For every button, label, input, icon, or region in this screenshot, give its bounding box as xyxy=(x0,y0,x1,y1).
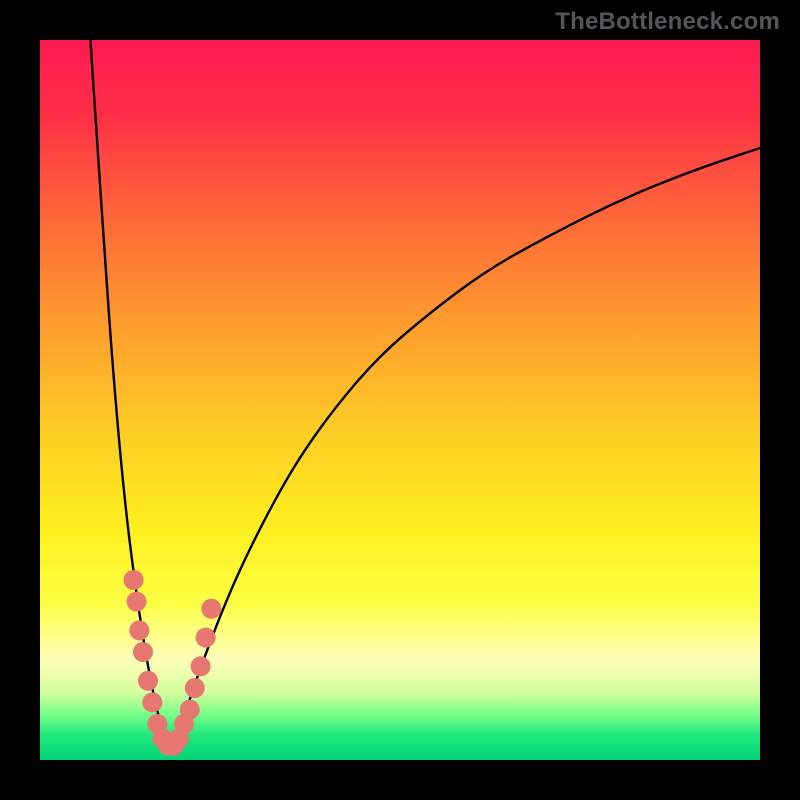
scatter-dot xyxy=(138,671,158,691)
curve-left xyxy=(90,40,169,753)
scatter-dot xyxy=(196,628,216,648)
scatter-dot xyxy=(129,620,149,640)
scatter-dot xyxy=(133,642,153,662)
scatter-dot xyxy=(201,599,221,619)
chart-frame: TheBottleneck.com xyxy=(0,0,800,800)
scatter-dots xyxy=(124,570,222,756)
scatter-dot xyxy=(191,656,211,676)
watermark-text: TheBottleneck.com xyxy=(555,8,780,36)
scatter-dot xyxy=(126,592,146,612)
curve-layer xyxy=(40,40,760,760)
scatter-dot xyxy=(180,700,200,720)
scatter-dot xyxy=(142,692,162,712)
plot-area xyxy=(40,40,760,760)
scatter-dot xyxy=(124,570,144,590)
curve-right xyxy=(170,148,760,753)
scatter-dot xyxy=(185,678,205,698)
